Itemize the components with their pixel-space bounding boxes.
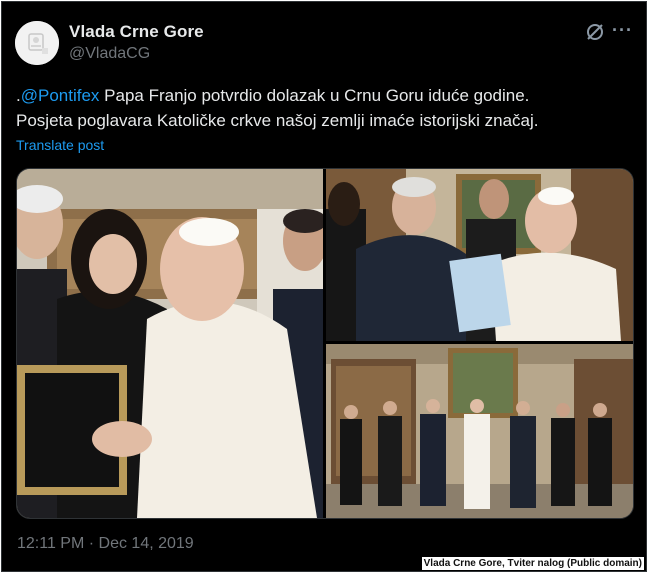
tweet-line-2: Posjeta poglavara Katoličke crkve našoj … <box>16 111 539 130</box>
photo-group-library[interactable] <box>326 344 633 518</box>
media-grid <box>16 168 634 519</box>
author-avatar[interactable] <box>15 21 59 65</box>
photo-pope-document[interactable] <box>326 169 633 341</box>
post-timestamp[interactable]: 12:11 PM · Dec 14, 2019 <box>17 535 194 553</box>
grok-icon[interactable] <box>584 21 606 43</box>
more-options-icon[interactable]: ··· <box>612 21 633 39</box>
government-logo-icon <box>15 21 59 65</box>
mention-link[interactable]: @Pontifex <box>21 86 100 105</box>
photo-credit: Vlada Crne Gore, Tviter nalog (Public do… <box>421 557 644 570</box>
tweet-text: .@Pontifex Papa Franjo potvrdio dolazak … <box>16 83 636 133</box>
tweet-card: Vlada Crne Gore @VladaCG ··· .@Pontifex … <box>1 1 647 572</box>
author-handle[interactable]: @VladaCG <box>69 45 150 63</box>
translate-post-link[interactable]: Translate post <box>16 137 104 153</box>
photo-pope-greeting[interactable] <box>17 169 323 518</box>
tweet-line-1: .@Pontifex Papa Franjo potvrdio dolazak … <box>16 83 636 108</box>
author-display-name[interactable]: Vlada Crne Gore <box>69 22 204 42</box>
tweet-line-1-text: Papa Franjo potvrdio dolazak u Crnu Goru… <box>99 86 530 105</box>
